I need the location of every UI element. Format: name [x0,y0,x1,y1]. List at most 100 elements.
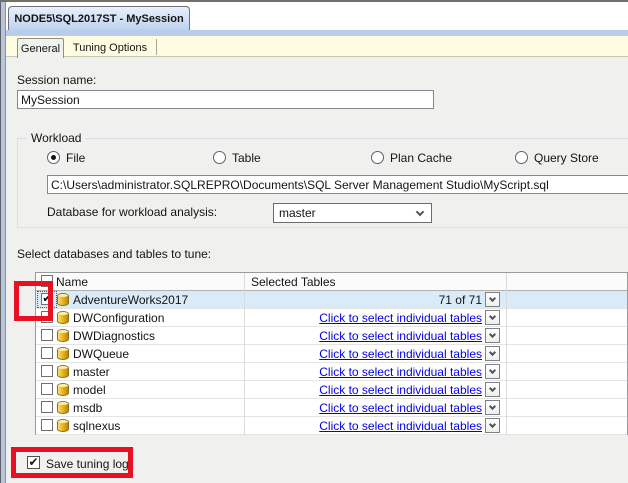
column-header-selected-tables: Selected Tables [251,275,336,289]
analysis-database-value: master [279,206,316,220]
tables-dropdown-button[interactable] [485,310,500,325]
annotation-database-checkbox-highlight [14,281,53,321]
database-icon [57,419,69,432]
tab-tuning-options-label: Tuning Options [72,42,148,54]
select-individual-tables-link[interactable]: Click to select individual tables [319,401,482,415]
database-name: sqlnexus [73,419,121,433]
table-row[interactable]: DWQueue Click to select individual tables [36,345,627,363]
select-individual-tables-link[interactable]: Click to select individual tables [319,383,482,397]
radio-table[interactable]: Table [213,150,261,165]
database-name: DWConfiguration [73,311,165,325]
grid-column-divider [244,273,245,434]
window-left-border [0,0,6,483]
select-individual-tables-link[interactable]: Click to select individual tables [319,347,482,361]
database-name: msdb [73,401,103,415]
table-row[interactable]: msdb Click to select individual tables [36,399,627,417]
workload-groupbox-label: Workload [27,131,86,145]
tables-dropdown-button[interactable] [485,400,500,415]
radio-plan-cache-label: Plan Cache [390,150,453,165]
selected-tables-count: 71 of 71 [438,293,482,307]
radio-file-button[interactable] [47,151,60,164]
session-name-value: MySession [21,92,80,107]
table-row[interactable]: DWConfiguration Click to select individua… [36,309,627,327]
chevron-down-icon [488,384,497,393]
tab-general[interactable]: General [17,38,64,58]
database-icon [57,329,69,342]
tab-tuning-options[interactable]: Tuning Options [66,39,154,57]
tab-general-label: General [20,42,61,55]
row-checkbox[interactable] [41,419,53,431]
tables-dropdown-button[interactable] [485,382,500,397]
session-name-label: Session name: [17,73,97,87]
database-name: master [73,365,110,379]
tables-dropdown-button[interactable] [485,364,500,379]
analysis-database-label: Database for workload analysis: [47,205,218,219]
table-row[interactable]: DWDiagnostics Click to select individual … [36,327,627,345]
selected-tables-cell: Click to select individual tables [246,365,482,379]
chevron-down-icon [488,366,497,375]
selected-tables-cell: Click to select individual tables [246,329,482,343]
chevron-down-icon [488,420,497,429]
tables-dropdown-button[interactable] [485,418,500,433]
select-individual-tables-link[interactable]: Click to select individual tables [319,365,482,379]
tuning-advisor-session-window: NODE5\SQL2017ST - MySession General Tuni… [0,0,628,483]
grid-header-row: Name Selected Tables [36,273,627,291]
radio-query-store-label: Query Store [534,150,599,165]
grid-column-divider [506,273,507,434]
session-document-tab[interactable]: NODE5\SQL2017ST - MySession [8,6,190,30]
session-tab-title: NODE5\SQL2017ST - MySession [14,12,184,25]
select-individual-tables-link[interactable]: Click to select individual tables [319,419,482,433]
tables-dropdown-button[interactable] [485,346,500,361]
radio-table-button[interactable] [213,151,226,164]
database-name: AdventureWorks2017 [73,293,189,307]
session-name-input[interactable]: MySession [17,90,434,109]
database-name: DWQueue [73,347,130,361]
table-row[interactable]: ✔ AdventureWorks2017 71 of 71 [36,291,627,309]
chevron-down-icon [488,294,497,303]
table-row[interactable]: sqlnexus Click to select individual table… [36,417,627,435]
row-checkbox[interactable] [41,329,53,341]
selected-tables-cell: Click to select individual tables [246,383,482,397]
table-row[interactable]: model Click to select individual tables [36,381,627,399]
row-checkbox[interactable] [41,383,53,395]
tables-dropdown-button[interactable] [485,292,500,307]
database-icon [57,311,69,324]
select-individual-tables-link[interactable]: Click to select individual tables [319,329,482,343]
radio-plan-cache[interactable]: Plan Cache [371,150,452,165]
chevron-down-icon [488,402,497,411]
chevron-down-icon [415,207,425,217]
selected-tables-cell: Click to select individual tables [246,347,482,361]
radio-file[interactable]: File [47,150,85,165]
radio-file-label: File [66,150,86,165]
save-tuning-log-checkbox[interactable]: ✔ [27,456,40,469]
chevron-down-icon [488,330,497,339]
column-header-name: Name [56,275,89,289]
databases-grid: Name Selected Tables ✔ AdventureWorks2017… [35,272,628,435]
workload-file-path-value: C:\Users\administrator.SQLREPRO\Document… [51,177,549,192]
database-icon [57,347,69,360]
table-row[interactable]: master Click to select individual tables [36,363,627,381]
database-name: DWDiagnostics [73,329,156,343]
tab-separator [156,39,157,55]
database-icon [57,383,69,396]
window-top-border [0,0,628,2]
analysis-database-combo[interactable]: master [273,203,432,223]
selected-tables-cell: Click to select individual tables [246,419,482,433]
database-name: model [73,383,106,397]
row-checkbox[interactable] [41,401,53,413]
chevron-down-icon [488,312,497,321]
radio-query-store-button[interactable] [515,151,528,164]
selected-tables-cell: Click to select individual tables [246,401,482,415]
radio-plan-cache-button[interactable] [371,151,384,164]
workload-file-path-input[interactable]: C:\Users\administrator.SQLREPRO\Document… [47,175,628,194]
tables-dropdown-button[interactable] [485,328,500,343]
row-checkbox[interactable] [41,365,53,377]
row-checkbox[interactable] [41,347,53,359]
selected-tables-cell: 71 of 71 [246,293,482,307]
chevron-down-icon [488,348,497,357]
select-individual-tables-link[interactable]: Click to select individual tables [319,311,482,325]
radio-query-store[interactable]: Query Store [515,150,599,165]
radio-table-label: Table [232,150,261,165]
select-databases-label: Select databases and tables to tune: [17,247,212,261]
database-icon [57,401,69,414]
